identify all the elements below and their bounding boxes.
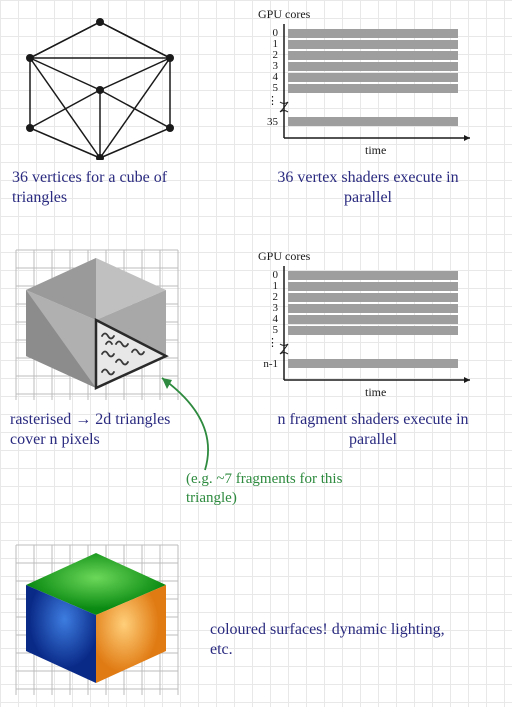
y-axis-label: GPU cores <box>258 7 311 21</box>
svg-text:n-1: n-1 <box>263 358 278 370</box>
x-axis-label: time <box>365 143 386 156</box>
callout-arrow <box>150 370 240 480</box>
chart-bars: 0 1 2 3 4 5 ⋮ n-1 <box>263 269 458 370</box>
fragments-callout: (e.g. ~7 fragments for this triangle) <box>186 470 386 508</box>
vertex-chart-caption: 36 vertex shaders execute in parallel <box>268 168 468 208</box>
wireframe-cube-diagram <box>10 10 190 160</box>
vertex-shader-chart: GPU cores time 0 1 2 3 4 5 ⋮ 35 <box>240 6 490 156</box>
wireframe-caption: 36 vertices for a cube of triangles <box>12 168 192 208</box>
fragment-shader-chart: GPU cores time 0 1 2 3 4 5 ⋮ n-1 <box>240 248 490 398</box>
svg-text:⋮: ⋮ <box>267 337 278 349</box>
chart-bars: 0 1 2 3 4 5 ⋮ 35 <box>267 27 458 128</box>
coloured-cube-diagram <box>6 535 196 700</box>
svg-text:⋮: ⋮ <box>267 95 278 107</box>
fragment-chart-caption: n fragment shaders execute in parallel <box>268 410 478 450</box>
y-axis-label: GPU cores <box>258 249 311 263</box>
svg-text:5: 5 <box>273 82 279 94</box>
x-axis-label: time <box>365 385 386 398</box>
coloured-caption: coloured surfaces! dynamic lighting, etc… <box>210 620 460 660</box>
svg-text:5: 5 <box>273 324 279 336</box>
svg-text:35: 35 <box>267 116 279 128</box>
